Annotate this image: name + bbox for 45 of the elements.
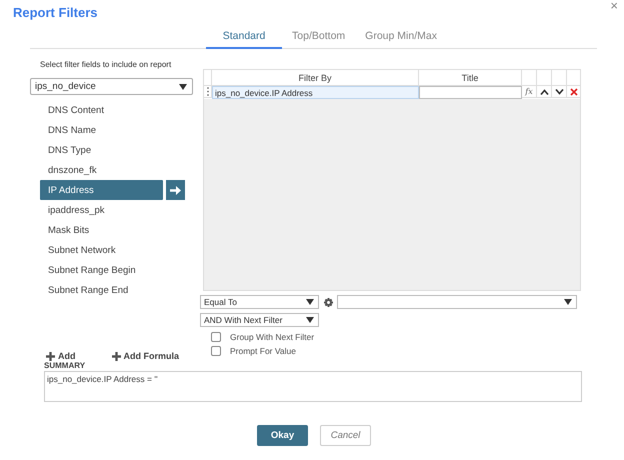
operator-dropdown[interactable]: Equal To [200, 295, 319, 309]
checkbox[interactable] [211, 346, 221, 356]
field-item[interactable]: DNS Name [40, 120, 163, 140]
field-item[interactable]: IP Address [40, 180, 163, 200]
instruction-text: Select filter fields to include on report [40, 60, 172, 69]
summary-field[interactable]: ips_no_device.IP Address = '' [44, 371, 582, 402]
field-item[interactable]: ipaddress_pk [40, 200, 163, 220]
summary-label: SUMMARY [44, 361, 86, 370]
table-dropdown[interactable]: ips_no_device [30, 78, 193, 95]
add-link[interactable]: Add [46, 351, 76, 361]
close-button[interactable]: × [610, 0, 618, 12]
field-item[interactable]: DNS Content [40, 100, 163, 120]
drag-handle-icon[interactable] [206, 87, 208, 96]
caret-icon [179, 84, 187, 90]
title-input[interactable] [419, 86, 522, 99]
field-item[interactable]: Subnet Range Begin [40, 260, 163, 280]
formula-button[interactable]: fx [525, 87, 533, 96]
tab[interactable]: Standard [206, 28, 282, 49]
down-icon[interactable] [554, 88, 564, 94]
caret-icon [306, 317, 314, 323]
field-item[interactable]: Subnet Range End [40, 280, 163, 300]
gear-icon[interactable] [324, 298, 333, 306]
up-icon[interactable] [540, 88, 548, 94]
cancel-button[interactable]: Cancel [320, 425, 371, 446]
field-item[interactable]: Subnet Network [40, 240, 163, 260]
checkbox[interactable] [211, 332, 221, 342]
table-cell: ips_no_device.IP Address [212, 86, 419, 99]
plus-icon [112, 352, 120, 360]
okay-button[interactable]: Okay [257, 425, 308, 446]
field-item[interactable]: Mask Bits [40, 220, 163, 240]
add-field-button[interactable] [166, 180, 185, 200]
delete-icon[interactable] [570, 88, 578, 96]
caret-icon [564, 299, 572, 305]
tab[interactable]: Top/Bottom [282, 28, 356, 49]
checkbox-label: Group With Next Filter [230, 332, 314, 342]
add-link[interactable]: Add Formula [112, 351, 179, 361]
caret-icon [306, 299, 314, 305]
plus-icon [46, 352, 55, 360]
checkbox-label: Prompt For Value [230, 346, 296, 356]
dialog-title: Report Filters [13, 5, 98, 20]
join-dropdown[interactable]: AND With Next Filter [200, 313, 319, 327]
field-item[interactable]: dnszone_fk [40, 160, 163, 180]
arrow-icon [170, 186, 181, 194]
field-item[interactable]: DNS Type [40, 140, 163, 160]
tab[interactable]: Group Min/Max [355, 28, 447, 49]
